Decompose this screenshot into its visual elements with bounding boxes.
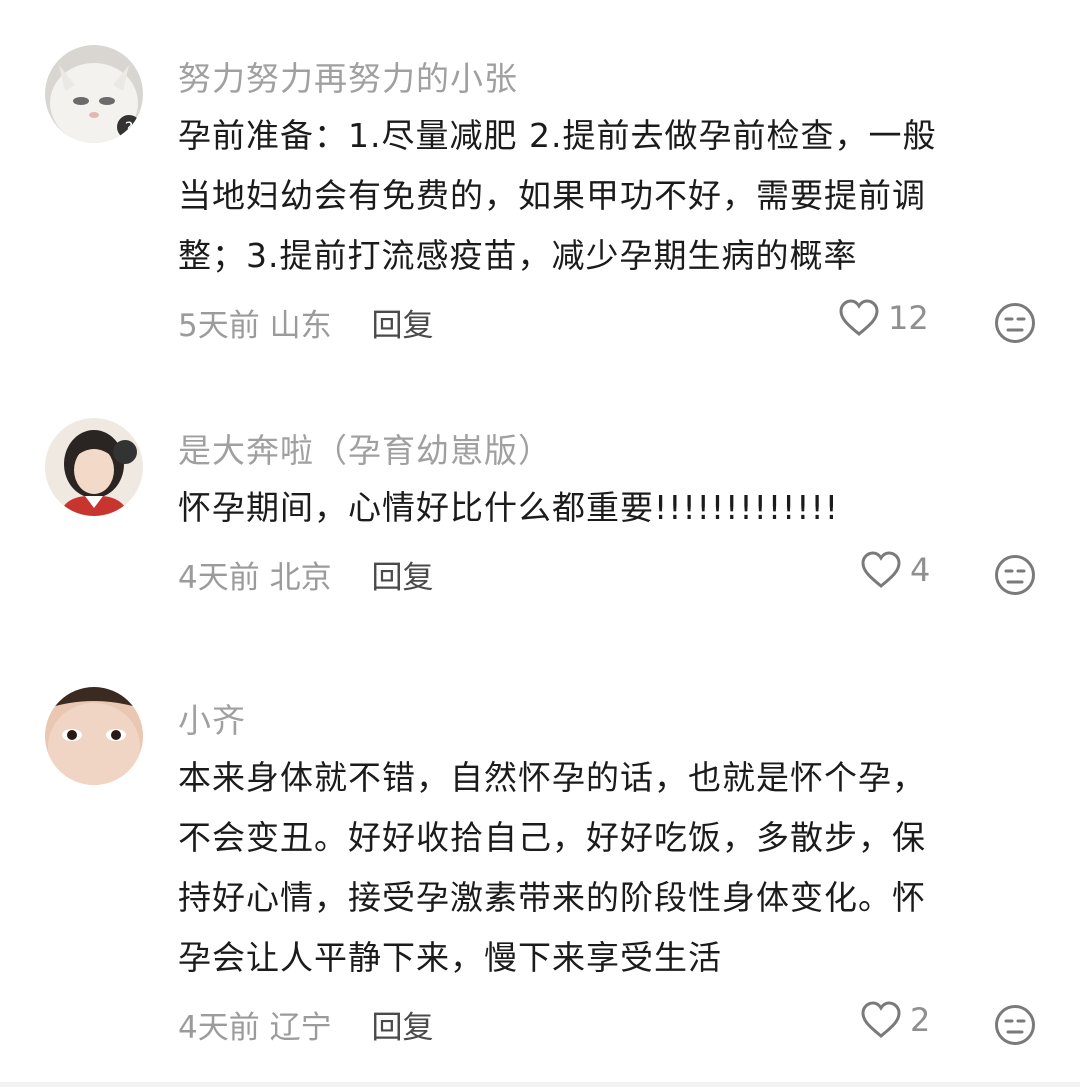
comment-text: 本来身体就不错，自然怀孕的话，也就是怀个孕， 不会变丑。好好收拾自己，好好吃饭，… xyxy=(178,748,1028,988)
comment-location: 辽宁 xyxy=(269,1010,332,1046)
username[interactable]: 小齐 xyxy=(178,694,246,742)
like-count: 2 xyxy=(910,1001,931,1039)
comment-line: 本来身体就不错，自然怀孕的话，也就是怀个孕， xyxy=(178,758,926,797)
meh-face-icon[interactable] xyxy=(994,1004,1036,1046)
comment-line: 孕会让人平静下来，慢下来享受生活 xyxy=(178,938,722,977)
comment-item: 小齐 本来身体就不错，自然怀孕的话，也就是怀个孕， 不会变丑。好好收拾自己，好好… xyxy=(0,0,1080,1070)
comment-time: 4天前 xyxy=(178,1010,260,1046)
face-avatar-icon[interactable] xyxy=(45,687,143,785)
heart-outline-icon xyxy=(861,1001,901,1038)
like-button[interactable]: 2 xyxy=(860,1001,930,1039)
reply-button[interactable]: 回复 xyxy=(371,1010,433,1046)
comment-line: 持好心情，接受孕激素带来的阶段性身体变化。怀 xyxy=(178,878,926,917)
comment-meta: 4天前 辽宁 回复 xyxy=(178,1002,433,1047)
bottom-divider xyxy=(0,1082,1080,1087)
comment-line: 不会变丑。好好收拾自己，好好吃饭，多散步，保 xyxy=(178,818,926,857)
